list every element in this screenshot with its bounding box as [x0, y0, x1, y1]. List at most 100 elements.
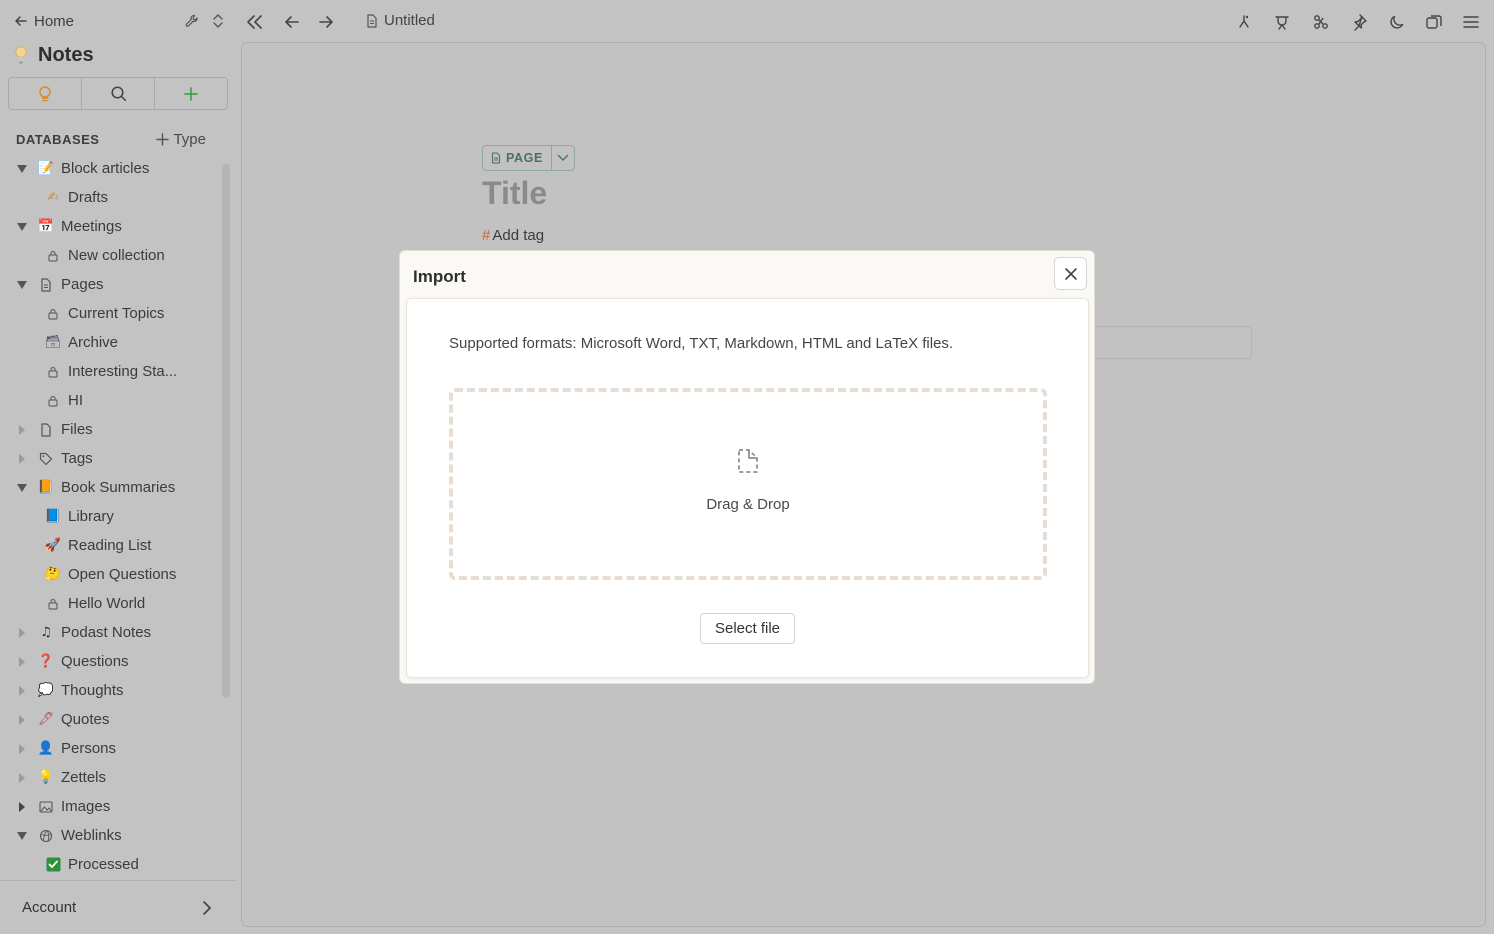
sidebar-item-label: Podast Notes [61, 624, 152, 641]
sidebar-item-open-questions[interactable]: 🤔 Open Questions [0, 560, 222, 589]
sidebar-item-pages[interactable]: Pages [0, 270, 222, 299]
sidebar-item-interesting-sta[interactable]: Interesting Sta... [0, 357, 222, 386]
lock-icon [44, 247, 62, 265]
sidebar-item-label: Zettels [61, 769, 107, 786]
caret-right-icon[interactable] [15, 713, 29, 727]
reader-mode-button[interactable] [1270, 10, 1294, 34]
pin-icon [1350, 13, 1368, 31]
top-bar: Untitled [240, 6, 1494, 38]
add-tag-button[interactable]: # Add tag [482, 227, 544, 244]
thinking-face-icon: 🤔 [44, 567, 62, 582]
add-new-tab[interactable] [155, 78, 227, 109]
dashed-file-icon [735, 446, 761, 476]
workspace-title: Notes [38, 43, 94, 66]
sidebar-item-archive[interactable]: 🗃 Archive [0, 328, 222, 357]
sidebar-item-library[interactable]: 📘 Library [0, 502, 222, 531]
page-type-dropdown[interactable] [552, 146, 574, 170]
sidebar-item-zettels[interactable]: 💡 Zettels [0, 763, 222, 792]
sidebar-item-label: Meetings [61, 218, 122, 235]
sidebar-item-label: Drafts [68, 189, 109, 206]
speech-bubble-icon: 💭 [37, 683, 55, 698]
account-row[interactable]: Account [0, 880, 236, 934]
arrow-left-icon [14, 14, 28, 28]
tab-title: Untitled [384, 12, 435, 29]
add-type-button[interactable]: Type [156, 131, 206, 148]
caret-down-icon[interactable] [15, 278, 29, 292]
collapse-sidebar-button[interactable] [243, 10, 267, 34]
sidebar-item-thoughts[interactable]: 💭 Thoughts [0, 676, 222, 705]
import-dialog: Import Supported formats: Microsoft Word… [399, 250, 1095, 684]
sidebar-item-files[interactable]: Files [0, 415, 222, 444]
sidebar-item-persons[interactable]: 👤 Persons [0, 734, 222, 763]
sidebar-item-weblinks[interactable]: Weblinks [0, 821, 222, 850]
sidebar-item-meetings[interactable]: 📅 Meetings [0, 212, 222, 241]
chevron-right-icon [202, 900, 212, 916]
expand-collapse-icon[interactable] [212, 13, 224, 29]
search-tab[interactable] [82, 78, 155, 109]
databases-header: DATABASES Type [16, 128, 206, 150]
sidebar-item-podast-notes[interactable]: ♫ Podast Notes [0, 618, 222, 647]
sidebar-item-book-summaries[interactable]: 📙 Book Summaries [0, 473, 222, 502]
page-type-selector[interactable]: PAGE [482, 145, 575, 171]
command-button[interactable] [1309, 10, 1333, 34]
dark-mode-button[interactable] [1385, 10, 1409, 34]
caret-right-icon[interactable] [15, 626, 29, 640]
caret-right-icon[interactable] [15, 771, 29, 785]
back-button[interactable] [280, 10, 304, 34]
sidebar-item-label: Library [68, 508, 114, 525]
lock-icon [44, 392, 62, 410]
sidebar-item-drafts[interactable]: ✍ Drafts [0, 183, 222, 212]
globe-icon [37, 827, 55, 845]
caret-down-icon[interactable] [15, 162, 29, 176]
close-button[interactable] [1054, 257, 1087, 290]
caret-right-icon[interactable] [15, 684, 29, 698]
sidebar-item-hi[interactable]: HI [0, 386, 222, 415]
caret-right-icon[interactable] [15, 742, 29, 756]
caret-down-icon[interactable] [15, 829, 29, 843]
sidebar-item-quotes[interactable]: 🖋 Quotes [0, 705, 222, 734]
sidebar-item-current-topics[interactable]: Current Topics [0, 299, 222, 328]
windows-button[interactable] [1422, 10, 1446, 34]
writing-hand-icon: ✍ [47, 190, 59, 205]
sidebar-item-images[interactable]: Images [0, 792, 222, 821]
background-field [1092, 326, 1252, 359]
sidebar-item-label: Files [61, 421, 93, 438]
supported-formats-text: Supported formats: Microsoft Word, TXT, … [449, 335, 954, 352]
sidebar-item-label: HI [68, 392, 83, 409]
forward-button[interactable] [314, 10, 338, 34]
caret-right-icon[interactable] [15, 452, 29, 466]
pin-button[interactable] [1347, 10, 1371, 34]
caret-right-icon[interactable] [15, 423, 29, 437]
sidebar-item-block-articles[interactable]: 📝 Block articles [0, 154, 222, 183]
sidebar-item-new-collection[interactable]: New collection [0, 241, 222, 270]
ideas-tab[interactable] [9, 78, 82, 109]
sidebar-scrollbar[interactable] [222, 164, 230, 698]
caret-right-icon[interactable] [15, 655, 29, 669]
sidebar-item-label: Persons [61, 740, 117, 757]
file-icon [37, 421, 55, 439]
file-dropzone[interactable]: Drag & Drop [449, 388, 1047, 580]
hamburger-menu-icon [1463, 15, 1479, 29]
plus-icon [156, 132, 170, 146]
lightbulb-icon: 💡 [37, 770, 55, 785]
lock-icon [44, 305, 62, 323]
home-link[interactable]: Home [14, 13, 74, 30]
search-icon [110, 85, 127, 102]
select-file-button[interactable]: Select file [700, 613, 795, 644]
sidebar-item-label: Images [61, 798, 111, 815]
current-tab[interactable]: Untitled [366, 12, 435, 29]
menu-button[interactable] [1459, 10, 1483, 34]
sidebar-item-questions[interactable]: ❓ Questions [0, 647, 222, 676]
question-mark-icon: ❓ [37, 654, 55, 669]
sidebar-item-hello-world[interactable]: Hello World [0, 589, 222, 618]
sidebar-item-tags[interactable]: Tags [0, 444, 222, 473]
sidebar-item-reading-list[interactable]: 🚀 Reading List [0, 531, 222, 560]
page-icon [366, 13, 378, 28]
page-title-input[interactable]: Title [482, 175, 547, 212]
wrench-icon[interactable] [184, 13, 200, 29]
caret-down-icon[interactable] [15, 481, 29, 495]
graph-button[interactable] [1232, 10, 1256, 34]
caret-down-icon[interactable] [15, 220, 29, 234]
sidebar-item-processed[interactable]: Processed [0, 850, 222, 879]
caret-right-icon[interactable] [15, 800, 29, 814]
